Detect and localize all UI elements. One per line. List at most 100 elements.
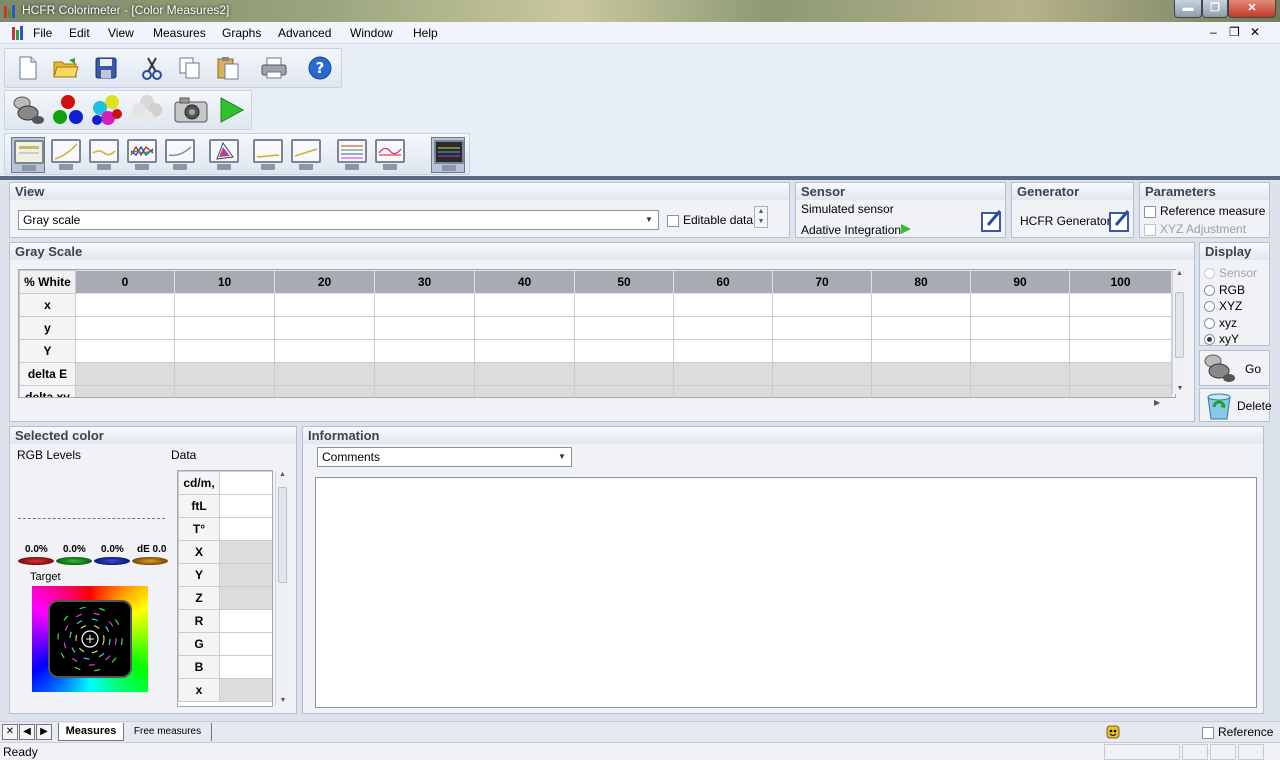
grid-column-header[interactable]: 50 — [574, 270, 674, 294]
data-cell[interactable] — [219, 609, 272, 633]
cie-chart-icon[interactable] — [207, 137, 241, 173]
grid-cell[interactable] — [374, 385, 475, 397]
close-button[interactable]: ✕ — [1228, 0, 1276, 18]
spin-arrows[interactable]: ▲ ▼ — [754, 206, 768, 228]
data-cell[interactable] — [219, 563, 272, 587]
minimize-button[interactable]: ▬ — [1174, 0, 1202, 18]
saturation-graph-icon[interactable] — [289, 137, 323, 173]
grid-cell[interactable] — [673, 293, 773, 317]
data-vertical-scrollbar[interactable]: ▲ ▼ — [275, 471, 289, 706]
reference-measure-checkbox[interactable]: Reference measure — [1144, 204, 1265, 218]
grid-cell[interactable] — [174, 385, 275, 397]
grid-column-header[interactable]: 20 — [274, 270, 375, 294]
grid-column-header[interactable]: 60 — [673, 270, 773, 294]
menu-file[interactable]: File — [33, 26, 52, 40]
primary-colors-icon[interactable] — [51, 95, 85, 125]
grid-cell[interactable] — [1069, 362, 1172, 386]
grid-cell[interactable] — [970, 385, 1070, 397]
delta-e-graph-icon[interactable] — [251, 137, 285, 173]
sensor-config-icon[interactable] — [980, 209, 1004, 233]
grid-cell[interactable] — [772, 385, 872, 397]
menu-advanced[interactable]: Advanced — [278, 26, 331, 40]
save-icon[interactable] — [91, 53, 121, 83]
go-button[interactable]: Go — [1199, 350, 1270, 386]
grid-cell[interactable] — [374, 316, 475, 340]
menu-edit[interactable]: Edit — [69, 26, 90, 40]
grid-vertical-scrollbar[interactable]: ▲ ▼ — [1172, 270, 1186, 394]
copy-icon[interactable] — [175, 53, 205, 83]
delete-button[interactable]: Delete — [1199, 388, 1272, 422]
xyz-adjustment-check[interactable] — [1144, 223, 1156, 236]
menu-graphs[interactable]: Graphs — [222, 26, 261, 40]
grid-scroll-right-icon[interactable]: ▶ — [1154, 398, 1160, 407]
grid-cell[interactable] — [474, 385, 575, 397]
grid-cell[interactable] — [673, 385, 773, 397]
display-option-rgb[interactable]: RGB — [1204, 282, 1257, 299]
grid-cell[interactable] — [673, 316, 773, 340]
grid-cell[interactable] — [574, 316, 674, 340]
grid-cell[interactable] — [1069, 316, 1172, 340]
grid-column-header[interactable]: 10 — [174, 270, 275, 294]
prev-tab-icon[interactable]: ◀ — [19, 724, 35, 740]
measures-view-icon[interactable] — [11, 137, 45, 173]
grid-cell[interactable] — [174, 362, 275, 386]
grid-cell[interactable] — [75, 316, 175, 340]
data-cell[interactable] — [219, 471, 272, 495]
grid-cell[interactable] — [474, 316, 575, 340]
data-cell[interactable] — [219, 632, 272, 656]
grid-cell[interactable] — [474, 339, 575, 363]
data-cell[interactable] — [219, 655, 272, 679]
editable-data-check[interactable] — [667, 214, 679, 227]
grid-cell[interactable] — [772, 339, 872, 363]
grid-cell[interactable] — [871, 293, 971, 317]
grid-cell[interactable] — [970, 339, 1070, 363]
grid-cell[interactable] — [673, 362, 773, 386]
grid-cell[interactable] — [75, 362, 175, 386]
comments-textarea[interactable] — [315, 477, 1257, 708]
close-tab-icon[interactable]: ✕ — [2, 724, 18, 740]
grid-cell[interactable] — [970, 293, 1070, 317]
grid-column-header[interactable]: 40 — [474, 270, 575, 294]
editable-data-checkbox[interactable]: Editable data — [667, 213, 753, 227]
grid-column-header[interactable]: 80 — [871, 270, 971, 294]
grid-cell[interactable] — [871, 316, 971, 340]
help-icon[interactable]: ? — [305, 53, 335, 83]
grid-cell[interactable] — [75, 293, 175, 317]
saturation-luminance-icon[interactable] — [335, 137, 369, 173]
generator-config-icon[interactable] — [1108, 209, 1132, 233]
mdi-restore-button[interactable]: ❐ — [1229, 25, 1240, 39]
grid-cell[interactable] — [970, 362, 1070, 386]
play-icon[interactable] — [215, 95, 247, 125]
grid-cell[interactable] — [871, 362, 971, 386]
grid-cell[interactable] — [1069, 385, 1172, 397]
display-option-xyz-upper[interactable]: XYZ — [1204, 298, 1257, 315]
information-select[interactable]: Comments ▼ — [317, 447, 572, 467]
grid-cell[interactable] — [673, 339, 773, 363]
display-option-xyy[interactable]: xyY — [1204, 331, 1257, 348]
data-cell[interactable] — [219, 586, 272, 610]
grid-cell[interactable] — [274, 316, 375, 340]
grid-cell[interactable] — [274, 362, 375, 386]
next-tab-icon[interactable]: ▶ — [36, 724, 52, 740]
grid-cell[interactable] — [474, 362, 575, 386]
gray-colors-icon[interactable] — [129, 95, 165, 125]
grid-cell[interactable] — [574, 362, 674, 386]
grid-cell[interactable] — [374, 293, 475, 317]
grid-cell[interactable] — [574, 385, 674, 397]
grid-cell[interactable] — [871, 339, 971, 363]
secondary-colors-icon[interactable] — [89, 95, 125, 125]
display-option-sensor[interactable]: Sensor — [1204, 265, 1257, 282]
grid-cell[interactable] — [574, 293, 674, 317]
data-cell[interactable] — [219, 678, 272, 702]
near-black-graph-icon[interactable] — [373, 137, 407, 173]
grid-cell[interactable] — [274, 385, 375, 397]
mdi-minimize-button[interactable]: – — [1210, 25, 1217, 39]
display-option-xyz-lower[interactable]: xyz — [1204, 315, 1257, 332]
grid-column-header[interactable]: 70 — [772, 270, 872, 294]
grid-cell[interactable] — [970, 316, 1070, 340]
grid-cell[interactable] — [75, 339, 175, 363]
grid-cell[interactable] — [772, 316, 872, 340]
luminance-graph-icon[interactable] — [49, 137, 83, 173]
grid-column-header[interactable]: 30 — [374, 270, 475, 294]
paste-icon[interactable] — [213, 53, 243, 83]
